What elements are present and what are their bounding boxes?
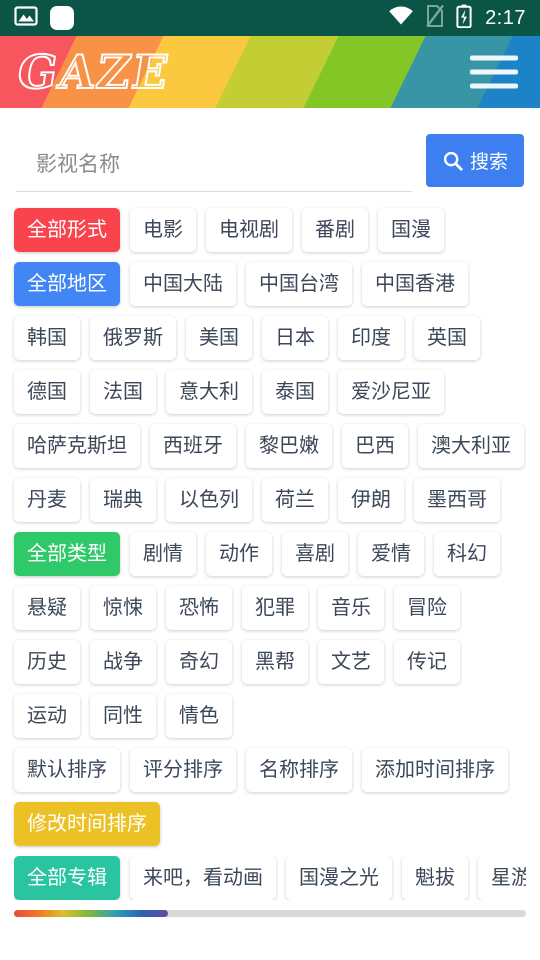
filter-chip[interactable]: 伊朗 — [338, 478, 404, 522]
page-content: 搜索 全部形式电影电视剧番剧国漫全部地区中国大陆中国台湾中国香港韩国俄罗斯美国日… — [0, 108, 540, 917]
filter-row-genre: 全部类型 剧情 动作 喜剧 爱情 科幻悬疑 惊悚 恐怖 犯罪 音乐 冒险历史 战争 奇幻 黑帮 文艺 传记运动… — [14, 532, 526, 738]
filter-row-form: 全部形式 电影 电视剧 番剧 国漫 — [14, 208, 526, 252]
filter-chip-active[interactable]: 全部类型 — [14, 532, 120, 576]
hamburger-menu-icon[interactable] — [470, 55, 518, 89]
filter-chip[interactable]: 日本 — [262, 316, 328, 360]
filter-chip[interactable]: 喜剧 — [282, 532, 348, 576]
filter-chip[interactable]: 恐怖 — [166, 586, 232, 630]
filter-chip[interactable]: 历史 — [14, 640, 80, 684]
filter-chip[interactable]: 战争 — [90, 640, 156, 684]
filter-chip[interactable]: 同性 — [90, 694, 156, 738]
filter-chip[interactable]: 中国大陆 — [130, 262, 236, 306]
horizontal-scrollbar-track[interactable] — [14, 910, 526, 917]
app-header: GAZE — [0, 36, 540, 108]
filter-chip[interactable]: 国漫之光 — [286, 856, 392, 900]
filter-chip[interactable]: 默认排序 — [14, 748, 120, 792]
filter-chip[interactable]: 法国 — [90, 370, 156, 414]
search-input[interactable] — [16, 145, 412, 192]
horizontal-scrollbar-thumb[interactable] — [14, 910, 168, 917]
filter-chip[interactable]: 中国香港 — [362, 262, 468, 306]
hamburger-bar — [470, 55, 518, 61]
filter-chip[interactable]: 英国 — [414, 316, 480, 360]
filter-chip[interactable]: 澳大利亚 — [418, 424, 524, 468]
search-bar: 搜索 — [0, 108, 540, 204]
filter-chip[interactable]: 悬疑 — [14, 586, 80, 630]
sim-off-icon — [425, 4, 445, 33]
image-icon — [14, 4, 38, 33]
filter-chip[interactable]: 爱沙尼亚 — [338, 370, 444, 414]
filter-chip[interactable]: 魁拔 — [402, 856, 468, 900]
filter-chip[interactable]: 爱情 — [358, 532, 424, 576]
filter-chip[interactable]: 泰国 — [262, 370, 328, 414]
filter-chip[interactable]: 动作 — [206, 532, 272, 576]
hamburger-bar — [470, 69, 518, 75]
filter-chip[interactable]: 黎巴嫩 — [246, 424, 332, 468]
filter-chip-active[interactable]: 全部形式 — [14, 208, 120, 252]
filter-chip[interactable]: 奇幻 — [166, 640, 232, 684]
filter-chip[interactable]: 哈萨克斯坦 — [14, 424, 140, 468]
filter-chip[interactable]: 电影 — [130, 208, 196, 252]
search-field-wrapper — [16, 145, 412, 192]
filter-chip[interactable]: 俄罗斯 — [90, 316, 176, 360]
filter-chip[interactable]: 韩国 — [14, 316, 80, 360]
filter-chip[interactable]: 犯罪 — [242, 586, 308, 630]
filter-chip[interactable]: 文艺 — [318, 640, 384, 684]
filter-chip[interactable]: 惊悚 — [90, 586, 156, 630]
filter-chip[interactable]: 瑞典 — [90, 478, 156, 522]
search-icon — [443, 151, 463, 171]
filter-groups: 全部形式 电影 电视剧 番剧 国漫 全部地区 中国大陆 中国台湾 中国香港 韩国 俄罗斯 美国 日本 印度… — [0, 204, 540, 900]
status-bar: 2:17 — [0, 0, 540, 36]
filter-chip[interactable]: 意大利 — [166, 370, 252, 414]
battery-charging-icon — [456, 4, 472, 33]
hamburger-bar — [470, 83, 518, 89]
filter-chip[interactable]: 电视剧 — [206, 208, 292, 252]
filter-row-sort: 默认排序 评分排序 名称排序 添加时间排序修改时间排序 — [14, 748, 526, 846]
filter-chip[interactable]: 德国 — [14, 370, 80, 414]
filter-chip[interactable]: 星游 — [478, 856, 526, 900]
filter-chip[interactable]: 丹麦 — [14, 478, 80, 522]
filter-row-region: 全部地区 中国大陆 中国台湾 中国香港韩国 俄罗斯 美国 日本 印度 英国德国 法国 意大利 泰国 爱沙… — [14, 262, 526, 522]
filter-chip[interactable]: 科幻 — [434, 532, 500, 576]
notification-square-icon — [50, 6, 74, 30]
filter-chip[interactable]: 名称排序 — [246, 748, 352, 792]
filter-chip[interactable]: 来吧，看动画 — [130, 856, 276, 900]
status-bar-left-icons — [14, 4, 74, 33]
filter-chip-active[interactable]: 修改时间排序 — [14, 802, 160, 846]
filter-chip[interactable]: 冒险 — [394, 586, 460, 630]
filter-chip[interactable]: 音乐 — [318, 586, 384, 630]
filter-chip-active[interactable]: 全部地区 — [14, 262, 120, 306]
status-bar-right-icons: 2:17 — [388, 4, 526, 33]
filter-chip[interactable]: 以色列 — [166, 478, 252, 522]
filter-chip[interactable]: 番剧 — [302, 208, 368, 252]
filter-chip[interactable]: 运动 — [14, 694, 80, 738]
filter-chip[interactable]: 情色 — [166, 694, 232, 738]
filter-chip[interactable]: 黑帮 — [242, 640, 308, 684]
filter-chip[interactable]: 西班牙 — [150, 424, 236, 468]
filter-chip[interactable]: 美国 — [186, 316, 252, 360]
filter-chip[interactable]: 墨西哥 — [414, 478, 500, 522]
status-bar-clock: 2:17 — [485, 7, 526, 29]
filter-chip[interactable]: 传记 — [394, 640, 460, 684]
filter-chip[interactable]: 荷兰 — [262, 478, 328, 522]
filter-chip[interactable]: 评分排序 — [130, 748, 236, 792]
filter-chip[interactable]: 国漫 — [378, 208, 444, 252]
filter-chip[interactable]: 中国台湾 — [246, 262, 352, 306]
filter-row-album: 全部专辑 来吧，看动画 国漫之光 魁拔 星游 — [14, 856, 526, 900]
filter-chip-active[interactable]: 全部专辑 — [14, 856, 120, 900]
filter-chip[interactable]: 剧情 — [130, 532, 196, 576]
filter-chip[interactable]: 巴西 — [342, 424, 408, 468]
app-logo[interactable]: GAZE — [13, 44, 175, 100]
filter-chip[interactable]: 添加时间排序 — [362, 748, 508, 792]
wifi-icon — [388, 5, 414, 32]
search-button-label: 搜索 — [469, 152, 508, 173]
search-button[interactable]: 搜索 — [426, 134, 524, 187]
filter-chip[interactable]: 印度 — [338, 316, 404, 360]
